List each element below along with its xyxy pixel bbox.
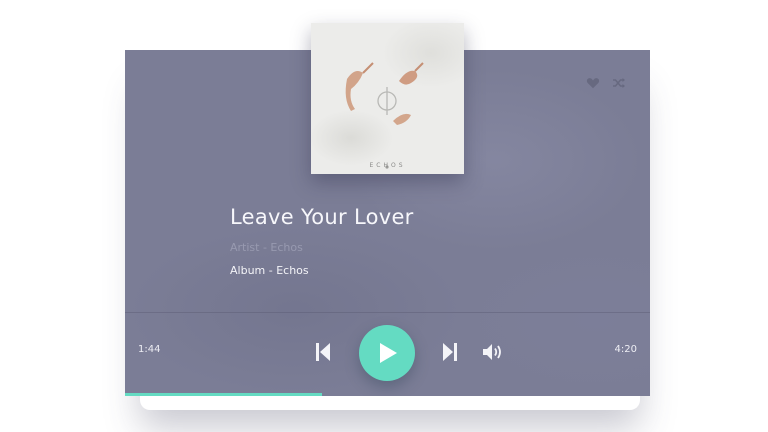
volume-icon[interactable] bbox=[482, 342, 504, 362]
progress-bar[interactable] bbox=[125, 393, 650, 396]
playback-controls bbox=[315, 325, 515, 381]
track-artist: Artist - Echos bbox=[230, 241, 303, 254]
time-total: 4:20 bbox=[614, 344, 637, 355]
top-actions bbox=[586, 76, 626, 90]
shuffle-icon[interactable] bbox=[612, 76, 626, 90]
album-art-text: ECHOS bbox=[369, 162, 406, 169]
album-art: ECHOS bbox=[311, 23, 464, 174]
music-player-stage: Leave Your Lover Artist - Echos Album - … bbox=[0, 0, 768, 432]
divider bbox=[125, 312, 650, 313]
album-art-illustration bbox=[345, 62, 424, 169]
skip-previous-icon[interactable] bbox=[315, 342, 331, 362]
track-title: Leave Your Lover bbox=[230, 205, 414, 229]
play-icon bbox=[380, 343, 397, 363]
track-info: Leave Your Lover Artist - Echos Album - … bbox=[230, 205, 414, 277]
skip-next-icon[interactable] bbox=[442, 342, 458, 362]
heart-icon[interactable] bbox=[586, 76, 600, 90]
time-elapsed: 1:44 bbox=[138, 344, 161, 355]
track-album: Album - Echos bbox=[230, 264, 309, 277]
play-button[interactable] bbox=[359, 325, 415, 381]
progress-fill bbox=[125, 393, 322, 396]
